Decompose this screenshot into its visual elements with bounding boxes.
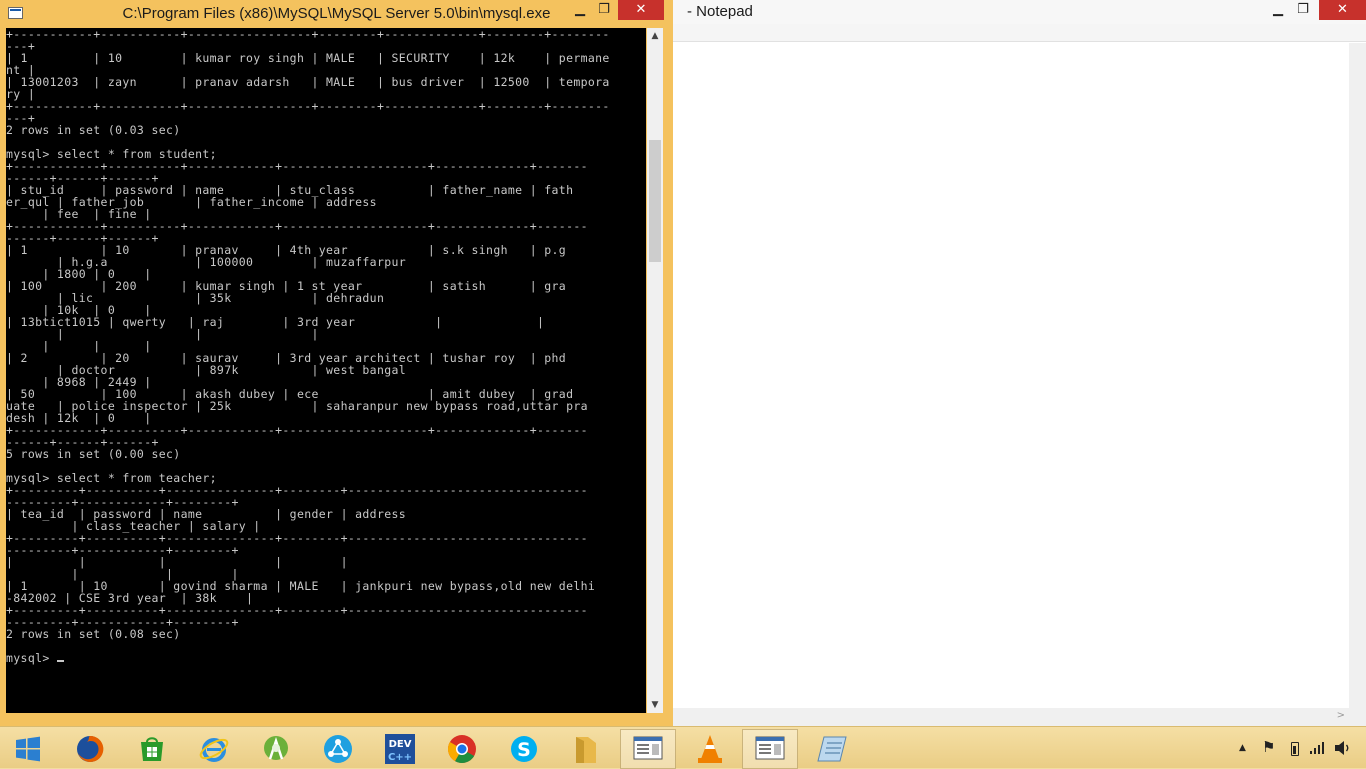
taskbar-share-app[interactable]: [310, 729, 366, 769]
taskbar-vlc[interactable]: [682, 729, 738, 769]
folder-icon: [576, 737, 596, 763]
chrome-icon: [448, 735, 476, 763]
skype-icon: S: [511, 736, 537, 762]
dev-cpp-icon: DEV C++: [385, 734, 415, 764]
console-titlebar[interactable]: C:\Program Files (x86)\MySQL\MySQL Serve…: [0, 0, 673, 28]
windows-logo-icon: [16, 736, 40, 762]
notepad-pad-icon: [817, 736, 847, 762]
volume-speaker-icon[interactable]: [1334, 740, 1352, 756]
share-icon: [324, 735, 352, 763]
notepad-window[interactable]: - Notepad ▁ ❐ ✕ >: [673, 0, 1366, 726]
taskbar: DEV C++ S ▲ ⚑: [0, 726, 1366, 769]
taskbar-notepad-window[interactable]: [742, 729, 798, 769]
taskbar-skype[interactable]: S: [496, 729, 552, 769]
dev-cpp-label: DEV: [389, 739, 412, 750]
console-window-icon: [633, 736, 663, 760]
console-output: +-----------+-----------+---------------…: [6, 28, 646, 664]
taskbar-chrome[interactable]: [434, 729, 490, 769]
taskbar-android-studio[interactable]: [248, 729, 304, 769]
console-scroll-down-button[interactable]: ▼: [647, 697, 663, 713]
mysql-console-window[interactable]: C:\Program Files (x86)\MySQL\MySQL Serve…: [0, 0, 673, 726]
console-vertical-scrollbar[interactable]: ▲ ▼: [647, 28, 663, 713]
notepad-menubar: [673, 24, 1366, 42]
console-minimize-button[interactable]: ▁: [568, 0, 592, 20]
console-output-text: +-----------+-----------+---------------…: [6, 28, 610, 665]
internet-explorer-icon: [199, 738, 229, 762]
notepad-title: - Notepad: [687, 3, 753, 20]
battery-icon[interactable]: [1291, 742, 1299, 756]
notepad-window-icon: [755, 736, 785, 760]
firefox-icon: [77, 735, 104, 762]
notepad-minimize-button[interactable]: ▁: [1270, 0, 1286, 20]
notepad-horizontal-scrollbar[interactable]: >: [673, 708, 1349, 726]
console-scroll-up-button[interactable]: ▲: [647, 28, 663, 44]
taskbar-notepad-app[interactable]: [804, 729, 860, 769]
console-close-button[interactable]: ✕: [618, 0, 664, 20]
notepad-titlebar[interactable]: - Notepad ▁ ❐ ✕: [673, 0, 1366, 24]
console-cursor: [56, 660, 64, 662]
svg-text:S: S: [517, 739, 531, 761]
taskbar-file-explorer[interactable]: [558, 729, 614, 769]
vlc-cone-icon: [698, 735, 722, 763]
notepad-scroll-right-button[interactable]: >: [1337, 710, 1345, 721]
taskbar-internet-explorer[interactable]: [186, 729, 242, 769]
console-maximize-button[interactable]: ❐: [592, 0, 616, 20]
notepad-scrollbar-corner: [1349, 708, 1366, 726]
svg-text:C++: C++: [388, 752, 412, 763]
taskbar-firefox[interactable]: [62, 729, 118, 769]
taskbar-dev-cpp[interactable]: DEV C++: [372, 729, 428, 769]
taskbar-store[interactable]: [124, 729, 180, 769]
action-center-flag-icon[interactable]: ⚑: [1262, 738, 1275, 756]
notepad-vertical-scrollbar[interactable]: [1349, 43, 1366, 708]
console-screen[interactable]: +-----------+-----------+---------------…: [6, 28, 646, 713]
notepad-text-area[interactable]: [673, 43, 1349, 708]
start-button[interactable]: [0, 729, 56, 769]
network-signal-icon[interactable]: [1309, 741, 1325, 755]
console-scroll-thumb[interactable]: [649, 140, 661, 262]
tray-show-hidden-icons[interactable]: ▲: [1239, 743, 1246, 753]
android-studio-icon: [264, 736, 288, 760]
notepad-close-button[interactable]: ✕: [1319, 0, 1366, 20]
store-icon: [141, 737, 163, 761]
taskbar-mysql-console[interactable]: [620, 729, 676, 769]
notepad-maximize-button[interactable]: ❐: [1295, 0, 1311, 20]
